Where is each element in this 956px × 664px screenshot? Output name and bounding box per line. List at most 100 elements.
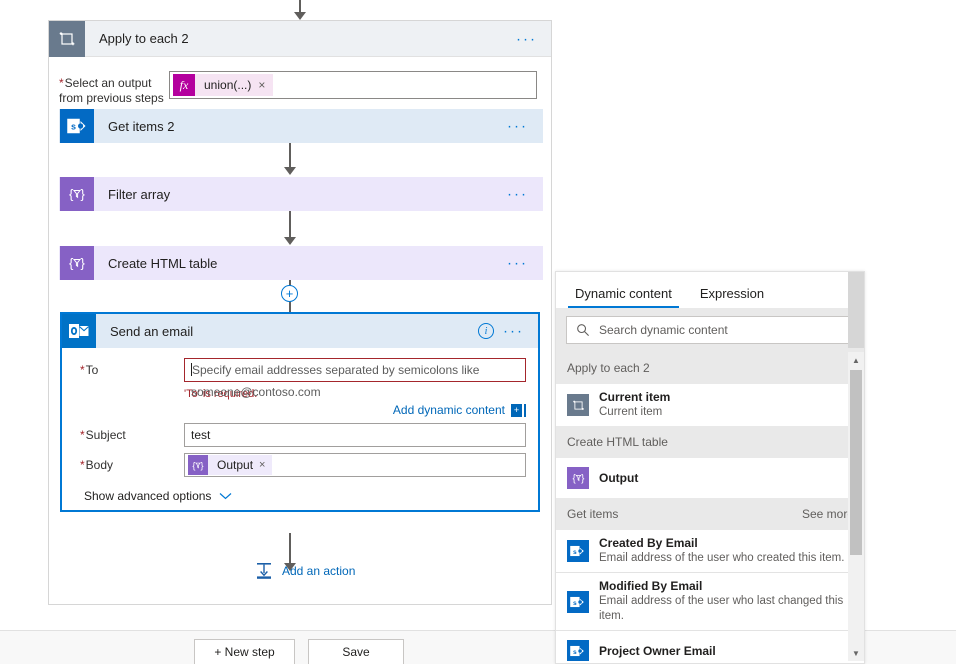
step-menu-button[interactable]: ··· xyxy=(507,256,528,271)
dyn-item-created-by-email[interactable]: s Created By Email Email address of the … xyxy=(556,530,864,573)
scrollbar-thumb[interactable] xyxy=(850,370,862,555)
step-menu-button[interactable]: ··· xyxy=(507,187,528,202)
sharepoint-icon: s xyxy=(567,590,589,613)
dynamic-content-chip[interactable]: { } Output × xyxy=(188,455,273,475)
step-send-an-email[interactable]: Send an email i ··· *To Specify email ad… xyxy=(60,312,540,512)
sharepoint-icon: s xyxy=(567,540,589,562)
scope-title: Apply to each 2 xyxy=(99,31,189,46)
dyn-group-header: Create HTML table xyxy=(556,426,864,458)
tab-dynamic-content[interactable]: Dynamic content xyxy=(568,286,679,308)
add-dynamic-content-icon[interactable]: + xyxy=(511,403,524,417)
email-form: *To Specify email addresses separated by… xyxy=(62,348,538,503)
info-icon[interactable]: i xyxy=(478,323,494,339)
data-operation-icon: { } xyxy=(188,455,208,475)
select-output-label-line1: Select an output xyxy=(64,76,152,90)
add-dynamic-content-link[interactable]: Add dynamic content xyxy=(393,403,505,417)
dyn-item-project-owner-email[interactable]: s Project Owner Email xyxy=(556,631,864,661)
scroll-down-arrow[interactable]: ▼ xyxy=(848,645,864,661)
sharepoint-icon: s xyxy=(567,640,589,661)
show-advanced-options-label: Show advanced options xyxy=(84,489,212,503)
to-input[interactable]: Specify email addresses separated by sem… xyxy=(184,358,526,399)
required-asterisk: * xyxy=(80,363,85,377)
data-operation-icon: { } xyxy=(60,177,94,211)
subject-input[interactable]: test xyxy=(184,423,526,447)
loop-icon xyxy=(567,394,589,416)
group-name: Get items xyxy=(567,507,619,521)
svg-text:}: } xyxy=(81,256,86,271)
dynamic-content-panel: Dynamic content Expression Search dynami… xyxy=(555,271,865,664)
loop-icon xyxy=(49,20,85,57)
select-output-label-line2: from previous steps xyxy=(59,91,164,105)
see-more-link[interactable]: See more xyxy=(802,507,854,521)
chip-label: Output xyxy=(217,458,254,472)
scope-menu-button[interactable]: ··· xyxy=(516,31,537,46)
dyn-group-header: Apply to each 2 xyxy=(556,352,864,384)
add-action-icon xyxy=(255,562,273,580)
required-asterisk: * xyxy=(80,458,85,472)
dyn-item-modified-by-email[interactable]: s Modified By Email Email address of the… xyxy=(556,573,864,631)
step-title: Filter array xyxy=(108,186,171,202)
required-asterisk: * xyxy=(80,428,85,442)
body-row: *Body { } Output × xyxy=(80,453,526,477)
expression-token-text: union(...) xyxy=(204,78,252,92)
show-advanced-options-toggle[interactable]: Show advanced options xyxy=(84,489,526,503)
dyn-item-text: Created By Email Email address of the us… xyxy=(599,536,844,566)
insert-step-button[interactable]: + xyxy=(281,285,298,302)
panel-scroll-gutter-top xyxy=(848,272,864,348)
svg-text:s: s xyxy=(573,549,577,556)
email-title: Send an email xyxy=(110,323,194,339)
data-operation-icon: { } xyxy=(60,246,94,280)
chevron-down-icon xyxy=(219,492,232,500)
dynamic-search-wrap: Search dynamic content xyxy=(556,308,864,352)
search-icon xyxy=(576,323,590,337)
dyn-item-title: Modified By Email xyxy=(599,579,703,593)
add-dynamic-content-row[interactable]: Add dynamic content + xyxy=(80,403,526,417)
subject-label: *Subject xyxy=(80,423,184,442)
dyn-item-subtitle: Email address of the user who created th… xyxy=(599,552,845,564)
add-an-action-button[interactable]: Add an action xyxy=(255,562,355,580)
dyn-item-output[interactable]: { } Output xyxy=(556,458,864,498)
add-action-label: Add an action xyxy=(282,564,356,578)
panel-scrollbar[interactable]: ▲ ▼ xyxy=(848,352,864,661)
dyn-item-text: Modified By Email Email address of the u… xyxy=(599,579,854,624)
scroll-up-arrow[interactable]: ▲ xyxy=(848,352,864,368)
to-row: *To Specify email addresses separated by… xyxy=(80,358,526,399)
svg-text:}: } xyxy=(200,460,203,470)
dyn-item-text: Current item Current item xyxy=(599,390,670,420)
step-create-html-table[interactable]: { } Create HTML table ··· xyxy=(59,246,543,280)
dynamic-panel-tabs: Dynamic content Expression xyxy=(556,272,864,308)
dyn-item-title: Project Owner Email xyxy=(599,643,716,658)
step-menu-button[interactable]: ··· xyxy=(507,119,528,134)
email-header[interactable]: Send an email i ··· xyxy=(62,314,538,348)
select-output-input[interactable]: fx union(...) × xyxy=(169,71,537,99)
step-get-items-2[interactable]: s Get items 2 ··· xyxy=(59,109,543,143)
search-placeholder: Search dynamic content xyxy=(599,323,728,337)
remove-chip-icon[interactable]: × xyxy=(259,459,272,471)
subject-row: *Subject test xyxy=(80,423,526,447)
remove-token-icon[interactable]: × xyxy=(258,78,273,92)
expression-token[interactable]: fx union(...) × xyxy=(173,74,274,96)
select-output-label: *Select an output from previous steps xyxy=(59,71,169,106)
required-asterisk: * xyxy=(59,76,64,90)
tab-expression[interactable]: Expression xyxy=(693,286,771,308)
power-automate-flow-designer: Apply to each 2 ··· *Select an output fr… xyxy=(0,0,956,664)
data-operation-icon: { } xyxy=(567,467,589,489)
email-menu-button[interactable]: ··· xyxy=(503,324,524,339)
subject-label-text: Subject xyxy=(85,428,126,442)
scope-header[interactable]: Apply to each 2 ··· xyxy=(49,20,551,57)
to-label: *To xyxy=(80,358,184,377)
body-input[interactable]: { } Output × xyxy=(184,453,526,477)
step-filter-array[interactable]: { } Filter array ··· xyxy=(59,177,543,211)
svg-text:{: { xyxy=(192,460,195,470)
new-step-button[interactable]: + New step xyxy=(194,639,295,664)
save-button[interactable]: Save xyxy=(308,639,404,664)
to-label-text: To xyxy=(85,363,99,377)
dynamic-content-list[interactable]: Apply to each 2 Current item Current ite… xyxy=(556,352,864,661)
dyn-item-title: Created By Email xyxy=(599,536,698,550)
svg-text:{: { xyxy=(69,256,74,271)
fx-icon: fx xyxy=(173,74,195,96)
dyn-item-text: Project Owner Email xyxy=(599,644,716,659)
dyn-item-current-item[interactable]: Current item Current item xyxy=(556,384,864,426)
search-dynamic-content-input[interactable]: Search dynamic content xyxy=(566,316,854,344)
svg-text:s: s xyxy=(573,649,577,656)
